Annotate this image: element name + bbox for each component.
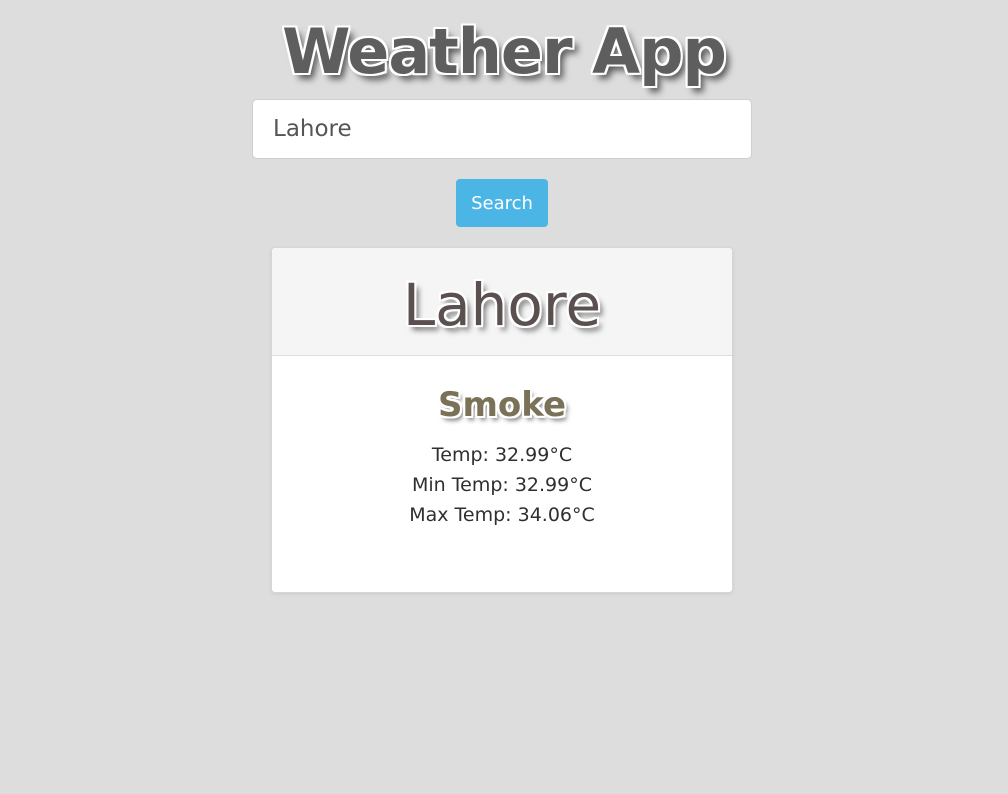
temp-value: Temp: 32.99°C [431, 444, 573, 466]
city-name: Lahore [402, 271, 602, 339]
temperature-stats: Temp: 32.99°C Min Temp: 32.99°C Max Temp… [272, 440, 732, 530]
app-title: Weather App [282, 15, 727, 88]
weather-card-body: Smoke Temp: 32.99°C Min Temp: 32.99°C Ma… [272, 356, 732, 530]
min-temp-value: Min Temp: 32.99°C [412, 474, 592, 496]
weather-card: Lahore Smoke Temp: 32.99°C Min Temp: 32.… [271, 247, 733, 593]
search-input[interactable] [252, 99, 752, 159]
weather-condition: Smoke [437, 385, 567, 425]
search-button[interactable]: Search [456, 179, 548, 227]
weather-card-header: Lahore [272, 248, 732, 356]
max-temp-value: Max Temp: 34.06°C [409, 504, 595, 526]
